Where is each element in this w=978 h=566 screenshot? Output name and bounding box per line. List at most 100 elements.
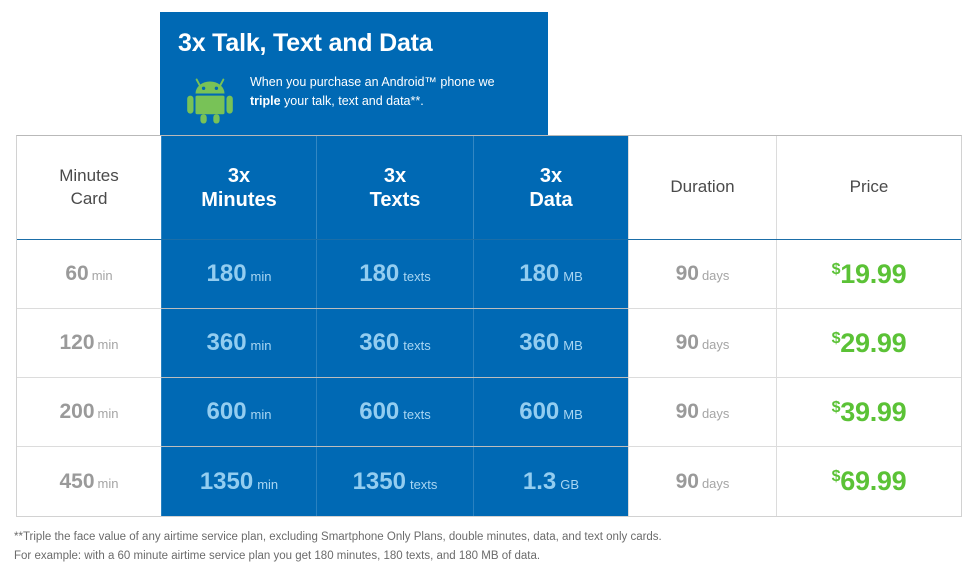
column-header-duration: Duration (628, 136, 776, 239)
cell-3x-data: 1.3 GB (473, 447, 628, 516)
currency-symbol: $ (831, 398, 841, 416)
unit: min (257, 476, 279, 492)
value: 180 (206, 260, 247, 287)
header-line1: Minutes (59, 165, 119, 185)
column-header-3x-data: 3x Data (473, 136, 628, 239)
cell-duration: 90 days (628, 447, 776, 516)
value: 29.99 (840, 327, 907, 358)
header-line2: Data (529, 188, 573, 211)
value: 360 (206, 329, 247, 356)
cell-duration: 90 days (628, 309, 776, 377)
header-line2: Minutes (201, 188, 277, 211)
promo-banner: 3x Talk, Text and Data When you purchase… (160, 12, 548, 135)
header-line1: 3x (383, 164, 407, 187)
cell-duration: 90 days (628, 378, 776, 446)
unit: GB (560, 476, 580, 492)
cell-3x-texts: 180 texts (316, 240, 473, 308)
cell-3x-minutes: 360 min (161, 309, 316, 377)
cell-3x-minutes: 180 min (161, 240, 316, 308)
cell-3x-minutes: 1350 min (161, 447, 316, 516)
currency-symbol: $ (831, 260, 841, 278)
unit: min (97, 475, 119, 491)
header-line1: Duration (670, 177, 735, 197)
value: 200 (59, 400, 95, 423)
promo-description-line2: your talk, text and data**. (280, 93, 424, 108)
cell-3x-texts: 1350 texts (316, 447, 473, 516)
unit: min (97, 337, 119, 352)
cell-3x-data: 180 MB (473, 240, 628, 308)
unit: MB (563, 269, 583, 284)
unit: days (701, 475, 730, 491)
value: 90 (675, 400, 699, 423)
currency-symbol: $ (831, 468, 841, 485)
header-line1: Price (849, 177, 889, 197)
promo-description-line1: When you purchase an Android™ phone we (250, 74, 495, 89)
cell-duration: 90 days (628, 240, 776, 308)
promo-description: When you purchase an Android™ phone we tr… (250, 70, 495, 112)
cell-price: $19.99 (776, 240, 961, 308)
column-header-minutes-card: Minutes Card (17, 136, 161, 239)
value: 120 (59, 331, 95, 354)
value: 360 (519, 329, 560, 356)
unit: days (701, 268, 730, 283)
table-row: 200 min 600 min 600 texts 600 MB 90 days $39.… (17, 378, 961, 447)
unit: texts (403, 407, 431, 422)
value: 600 (519, 398, 560, 425)
cell-3x-data: 600 MB (473, 378, 628, 446)
column-header-3x-minutes: 3x Minutes (161, 136, 316, 239)
cell-minutes-card: 450 min (17, 447, 161, 516)
value: 90 (675, 331, 699, 354)
unit: MB (563, 407, 583, 422)
footnote-line: **Triple the face value of any airtime s… (14, 531, 662, 543)
cell-price: $39.99 (776, 378, 961, 446)
unit: min (97, 406, 119, 421)
value: 1.3 (522, 467, 557, 495)
column-header-price: Price (776, 136, 961, 239)
footnote-line: For example: with a 60 minute airtime se… (14, 549, 541, 562)
value: 360 (359, 329, 400, 356)
value: 60 (65, 262, 89, 285)
cell-price: $69.99 (776, 447, 961, 516)
unit: MB (563, 338, 583, 353)
table-row: 60 min 180 min 180 texts 180 MB 90 days $19.9… (17, 240, 961, 309)
table-header-row: Minutes Card 3x Minutes 3x Texts 3x Data… (17, 136, 961, 240)
unit: texts (403, 338, 431, 353)
cell-minutes-card: 120 min (17, 309, 161, 377)
value: 69.99 (840, 466, 907, 496)
value: 90 (675, 262, 699, 285)
unit: min (250, 338, 272, 353)
unit: texts (403, 269, 431, 284)
header-line2: Card (70, 188, 108, 208)
value: 600 (206, 398, 247, 425)
value: 180 (359, 260, 400, 287)
header-line1: 3x (227, 164, 251, 187)
value: 1350 (352, 467, 406, 495)
promo-description-bold: triple (250, 93, 281, 108)
cell-3x-texts: 360 texts (316, 309, 473, 377)
cell-3x-minutes: 600 min (161, 378, 316, 446)
unit: days (701, 337, 730, 352)
unit: min (250, 407, 272, 422)
cell-3x-texts: 600 texts (316, 378, 473, 446)
column-header-3x-texts: 3x Texts (316, 136, 473, 239)
value: 180 (519, 260, 560, 287)
pricing-table: Minutes Card 3x Minutes 3x Texts 3x Data… (16, 135, 962, 517)
unit: min (91, 268, 113, 283)
cell-minutes-card: 60 min (17, 240, 161, 308)
currency-symbol: $ (831, 329, 841, 347)
table-row: 450 min 1350 min 1350 texts 1.3 GB 90 days $6… (17, 447, 961, 516)
android-robot-icon (184, 72, 236, 124)
unit: min (250, 269, 272, 284)
cell-minutes-card: 200 min (17, 378, 161, 446)
table-row: 120 min 360 min 360 texts 360 MB 90 days $29.… (17, 309, 961, 378)
value: 39.99 (840, 396, 907, 427)
value: 19.99 (840, 258, 907, 289)
value: 450 (59, 469, 95, 493)
cell-price: $29.99 (776, 309, 961, 377)
promo-body: When you purchase an Android™ phone we tr… (178, 70, 526, 124)
promo-title: 3x Talk, Text and Data (178, 29, 433, 57)
unit: texts (409, 476, 438, 492)
header-line1: 3x (539, 164, 563, 187)
header-line2: Texts (369, 188, 421, 211)
value: 90 (675, 469, 699, 493)
